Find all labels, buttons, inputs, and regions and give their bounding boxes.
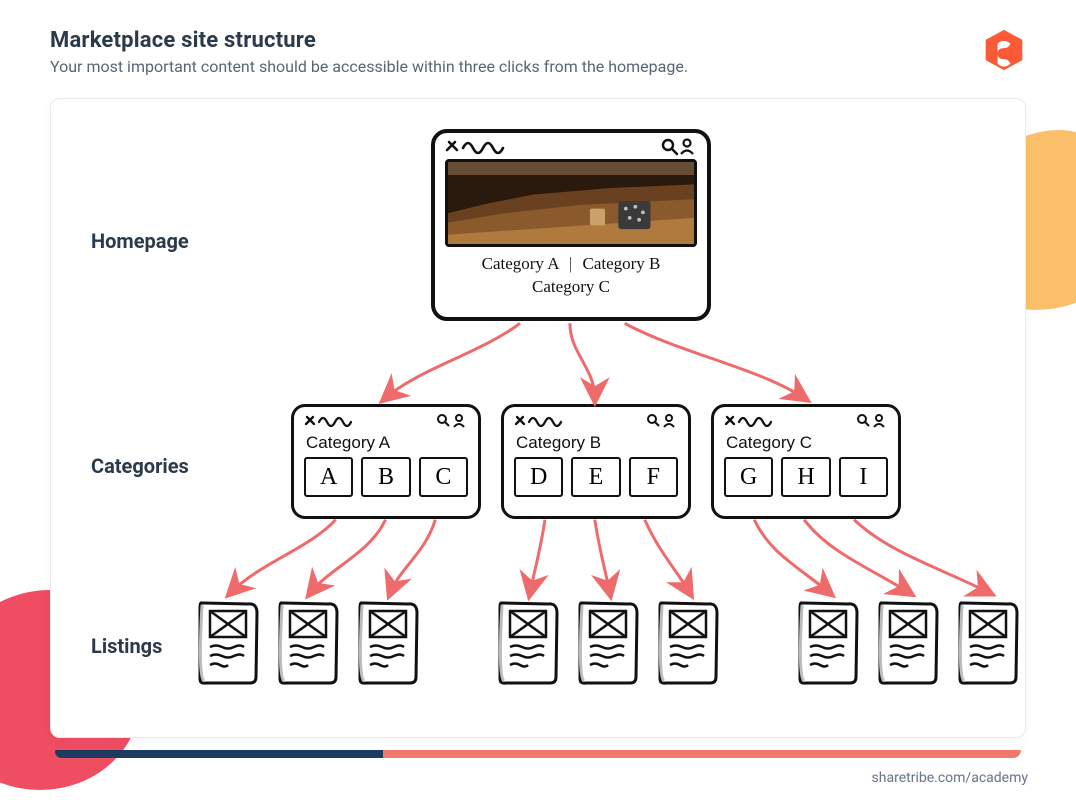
search-user-icon bbox=[661, 138, 697, 156]
listing-doc-icon bbox=[196, 599, 262, 687]
listing-doc-icon bbox=[656, 599, 722, 687]
search-user-icon bbox=[856, 413, 888, 429]
listing-thumb: I bbox=[839, 457, 888, 497]
brand-logo-icon bbox=[982, 28, 1026, 72]
search-user-icon bbox=[436, 413, 468, 429]
home-cat-a: Category A bbox=[482, 254, 559, 273]
homepage-category-links: Category A | Category B Category C bbox=[435, 253, 707, 307]
listing-group-b bbox=[496, 599, 722, 687]
page-title: Marketplace site structure bbox=[50, 28, 688, 53]
listing-doc-icon bbox=[576, 599, 642, 687]
listing-doc-icon bbox=[876, 599, 942, 687]
category-page-a: Category A A B C bbox=[291, 404, 481, 519]
footer-link: sharetribe.com/academy bbox=[872, 770, 1028, 786]
page-subtitle: Your most important content should be ac… bbox=[50, 57, 688, 76]
home-cat-b: Category B bbox=[582, 254, 660, 273]
squiggle-icon bbox=[514, 413, 584, 429]
listing-doc-icon bbox=[796, 599, 862, 687]
listing-doc-icon bbox=[956, 599, 1022, 687]
category-page-c: Category C G H I bbox=[711, 404, 901, 519]
category-title: Category B bbox=[504, 431, 688, 457]
listing-doc-icon bbox=[276, 599, 342, 687]
squiggle-icon bbox=[304, 413, 374, 429]
listing-thumb: C bbox=[419, 457, 468, 497]
listing-thumb: A bbox=[304, 457, 353, 497]
category-page-b: Category B D E F bbox=[501, 404, 691, 519]
squiggle-icon bbox=[445, 138, 525, 156]
home-cat-c: Category C bbox=[532, 277, 610, 296]
listing-thumb: B bbox=[361, 457, 410, 497]
listing-thumb: G bbox=[724, 457, 773, 497]
footer-stripe bbox=[55, 750, 1021, 758]
listing-group-a bbox=[196, 599, 422, 687]
category-title: Category A bbox=[294, 431, 478, 457]
listing-thumb: F bbox=[629, 457, 678, 497]
search-user-icon bbox=[646, 413, 678, 429]
listing-thumb: H bbox=[781, 457, 830, 497]
listing-thumb: D bbox=[514, 457, 563, 497]
diagram-card: Homepage Categories Listings bbox=[50, 98, 1026, 738]
squiggle-icon bbox=[724, 413, 794, 429]
category-title: Category C bbox=[714, 431, 898, 457]
listing-group-c bbox=[796, 599, 1022, 687]
listing-doc-icon bbox=[356, 599, 422, 687]
listing-doc-icon bbox=[496, 599, 562, 687]
homepage-hero-image bbox=[445, 159, 697, 247]
page-header: Marketplace site structure Your most imp… bbox=[0, 0, 1076, 86]
listing-thumb: E bbox=[571, 457, 620, 497]
homepage-mock: Category A | Category B Category C bbox=[431, 129, 711, 321]
